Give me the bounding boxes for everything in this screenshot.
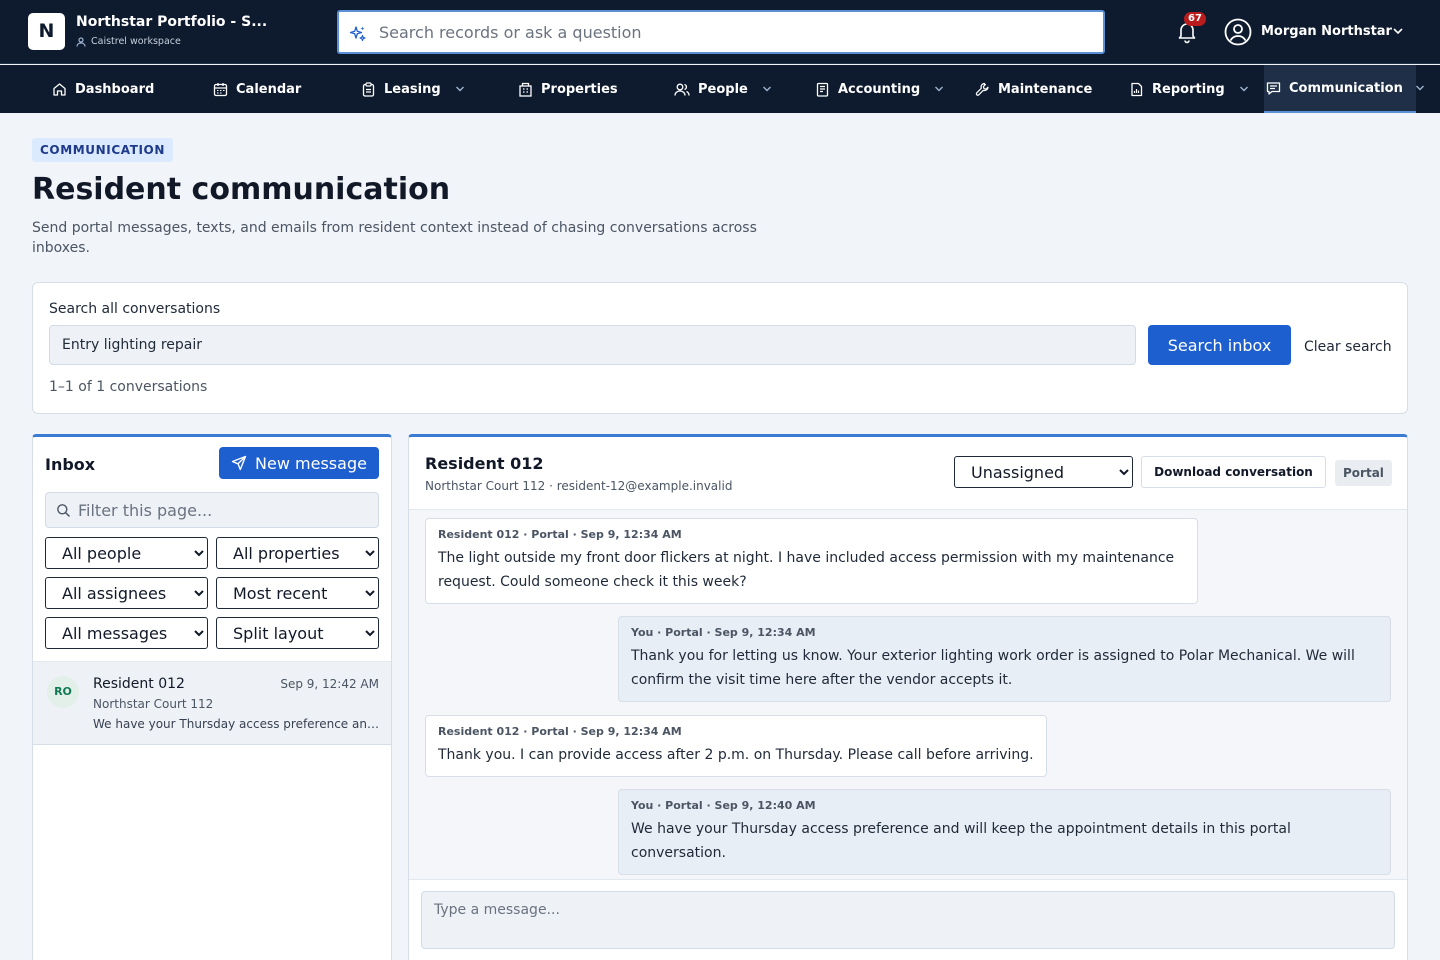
calendar-icon	[213, 82, 228, 97]
message-body: Thank you for letting us know. Your exte…	[631, 648, 1355, 688]
nav-label: Communication	[1289, 80, 1403, 96]
nav-label: Properties	[541, 81, 618, 97]
nav-reporting[interactable]: Reporting	[1129, 65, 1249, 113]
message-body: We have your Thursday access preference …	[631, 821, 1291, 861]
message-meta: Resident 012 · Portal · Sep 9, 12:34 AM	[438, 528, 682, 541]
search-label: Search all conversations	[49, 301, 221, 317]
messages-filter-select[interactable]: All messages	[45, 617, 208, 649]
new-message-label: New message	[255, 453, 367, 473]
nav-label: Dashboard	[75, 81, 155, 97]
people-filter-select[interactable]: All people	[45, 537, 208, 569]
conversation-time: Sep 9, 12:42 AM	[280, 677, 379, 691]
people-icon	[674, 82, 690, 97]
assignees-filter-select[interactable]: All assignees	[45, 577, 208, 609]
section-tag: COMMUNICATION	[32, 138, 173, 162]
inbox-title: Inbox	[45, 455, 96, 474]
inbox-filter-field[interactable]	[45, 492, 379, 528]
message-list: Resident 012 · Portal · Sep 9, 12:34 AM …	[409, 510, 1407, 880]
home-icon	[52, 82, 67, 97]
main-nav: Dashboard Calendar Leasing Properties Pe…	[0, 65, 1440, 113]
nav-label: Maintenance	[998, 81, 1093, 97]
nav-label: People	[698, 81, 748, 97]
top-bar: N Northstar Portfolio - S... Caistrel wo…	[0, 0, 1440, 64]
properties-filter-select[interactable]: All properties	[216, 537, 379, 569]
nav-label: Leasing	[384, 81, 441, 97]
inbox-panel: Inbox New message All people All propert…	[32, 434, 392, 960]
layout-select[interactable]: Split layout	[216, 617, 379, 649]
nav-label: Calendar	[236, 81, 302, 97]
search-icon	[56, 503, 71, 518]
nav-calendar[interactable]: Calendar	[213, 65, 301, 113]
assignee-select[interactable]: Unassigned	[954, 456, 1133, 488]
thread-resident-name: Resident 012	[425, 454, 544, 473]
nav-people[interactable]: People	[674, 65, 772, 113]
chevron-down-icon[interactable]	[1392, 27, 1404, 35]
page-title: Resident communication	[32, 172, 451, 207]
portfolio-title[interactable]: Northstar Portfolio - S...	[76, 14, 267, 30]
chevron-down-icon	[455, 86, 465, 92]
workspace-name: Caistrel workspace	[91, 36, 181, 47]
conversation-thread-panel: Resident 012 Northstar Court 112 · resid…	[408, 434, 1408, 960]
global-search-input[interactable]	[379, 21, 1079, 43]
chevron-down-icon	[934, 86, 944, 92]
nav-dashboard[interactable]: Dashboard	[52, 65, 154, 113]
chevron-down-icon	[762, 86, 772, 92]
chevron-down-icon	[1239, 86, 1249, 92]
thread-header: Resident 012 Northstar Court 112 · resid…	[409, 437, 1407, 510]
message-compose[interactable]	[421, 891, 1395, 949]
conversation-search-card: Search all conversations Search inbox Cl…	[32, 282, 1408, 414]
message-body: Thank you. I can provide access after 2 …	[438, 747, 1034, 763]
chat-icon	[1266, 81, 1281, 96]
conversation-search-field[interactable]	[49, 325, 1136, 365]
message-meta: Resident 012 · Portal · Sep 9, 12:34 AM	[438, 725, 682, 738]
message-meta: You · Portal · Sep 9, 12:34 AM	[631, 626, 816, 639]
message-meta: You · Portal · Sep 9, 12:40 AM	[631, 799, 816, 812]
conversation-list-item[interactable]: RO Resident 012 Sep 9, 12:42 AM Northsta…	[33, 661, 391, 745]
conversation-search-input[interactable]	[50, 326, 1135, 364]
message-bubble-incoming: Resident 012 · Portal · Sep 9, 12:34 AM …	[425, 715, 1047, 777]
sparkle-icon	[349, 25, 367, 43]
global-search[interactable]	[337, 10, 1105, 54]
chevron-down-icon	[1415, 85, 1425, 91]
thread-subtitle: Northstar Court 112 · resident-12@exampl…	[425, 479, 733, 493]
nav-properties[interactable]: Properties	[518, 65, 618, 113]
inbox-filter-input[interactable]	[78, 500, 368, 520]
conversation-name: Resident 012	[93, 676, 185, 692]
nav-communication[interactable]: Communication	[1264, 65, 1424, 113]
channel-badge: Portal	[1335, 460, 1392, 486]
nav-maintenance[interactable]: Maintenance	[975, 65, 1092, 113]
report-icon	[1129, 82, 1144, 97]
nav-accounting[interactable]: Accounting	[815, 65, 944, 113]
sort-select[interactable]: Most recent	[216, 577, 379, 609]
message-compose-input[interactable]	[422, 892, 1394, 948]
search-inbox-button[interactable]: Search inbox	[1148, 325, 1291, 365]
conversation-property: Northstar Court 112	[93, 697, 214, 711]
user-avatar-icon[interactable]	[1224, 18, 1252, 46]
conversation-preview: We have your Thursday access preference …	[93, 717, 383, 731]
user-name[interactable]: Morgan Northstar	[1261, 24, 1392, 39]
message-bubble-incoming: Resident 012 · Portal · Sep 9, 12:34 AM …	[425, 518, 1198, 604]
new-message-button[interactable]: New message	[219, 447, 379, 479]
nav-leasing[interactable]: Leasing	[361, 65, 465, 113]
avatar: RO	[47, 676, 79, 708]
download-conversation-button[interactable]: Download conversation	[1141, 456, 1326, 488]
clipboard-icon	[361, 81, 376, 97]
workspace-label[interactable]: Caistrel workspace	[76, 36, 181, 47]
message-body: The light outside my front door flickers…	[438, 550, 1175, 590]
person-icon	[76, 36, 86, 47]
nav-label: Accounting	[838, 81, 921, 97]
app-logo[interactable]: N	[28, 13, 65, 50]
wrench-icon	[975, 82, 990, 97]
ledger-icon	[815, 82, 830, 97]
send-icon	[231, 455, 247, 471]
result-count: 1–1 of 1 conversations	[49, 379, 208, 395]
message-bubble-outgoing: You · Portal · Sep 9, 12:34 AM Thank you…	[618, 616, 1391, 702]
nav-label: Reporting	[1152, 81, 1225, 97]
message-bubble-outgoing: You · Portal · Sep 9, 12:40 AM We have y…	[618, 789, 1391, 875]
page-description: Send portal messages, texts, and emails …	[32, 220, 757, 256]
clear-search-link[interactable]: Clear search	[1304, 339, 1392, 355]
building-icon	[518, 82, 533, 97]
notification-badge: 67	[1184, 12, 1206, 26]
